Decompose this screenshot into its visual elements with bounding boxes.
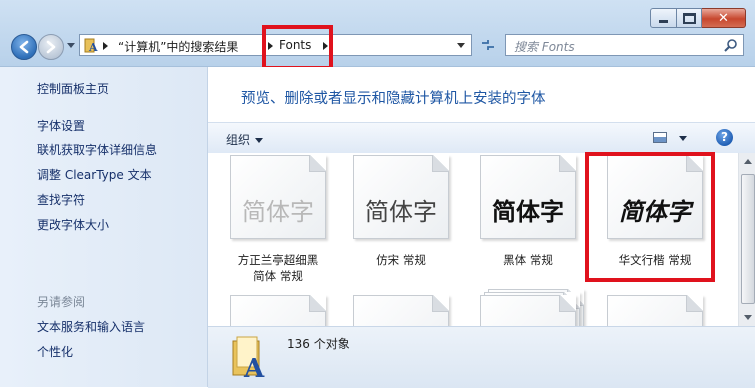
font-preview-icon: 简体字 xyxy=(353,155,449,239)
breadcrumb-search-results[interactable]: “计算机”中的搜索结果 xyxy=(118,38,238,55)
search-icon[interactable] xyxy=(724,38,738,52)
font-preview-icon: 简体字 xyxy=(230,155,326,239)
forward-button[interactable] xyxy=(38,34,64,60)
minimize-icon xyxy=(659,19,668,23)
font-name-line1: 方正兰亭超细黑 xyxy=(237,253,319,267)
font-preview-icon xyxy=(607,295,703,326)
address-bar[interactable]: A “计算机”中的搜索结果 Fonts xyxy=(79,34,472,56)
content-pane: 预览、删除或者显示和隐藏计算机上安装的字体 组织 ? 简体字 方正兰亭超细黑 简… xyxy=(208,67,755,388)
view-options-chevron-down-icon[interactable] xyxy=(679,136,687,141)
maximize-button[interactable] xyxy=(677,8,702,28)
fonts-folder-large-icon: A xyxy=(232,336,265,379)
font-name: 方正兰亭超细黑 简体 常规 xyxy=(218,252,338,284)
font-sample-text: 简体字 xyxy=(365,198,437,226)
font-sample-text: 简体字 xyxy=(492,198,564,226)
nav-font-settings[interactable]: 字体设置 xyxy=(37,117,85,134)
font-sample-text: 简体字 xyxy=(242,198,314,226)
item-count: 136 个对象 xyxy=(287,337,350,351)
window-header: ✕ A “计算机”中的搜索结果 Fonts 搜索 Fonts xyxy=(0,0,755,67)
font-name-line1: 黑体 常规 xyxy=(503,253,553,267)
details-pane: A 136 个对象 xyxy=(208,326,755,388)
svg-text:A: A xyxy=(88,41,98,53)
address-history-chevron-down-icon[interactable] xyxy=(457,43,465,48)
font-preview-icon xyxy=(353,295,449,326)
fonts-folder-icon: A xyxy=(84,38,98,53)
font-preview-icon xyxy=(230,295,326,326)
chevron-down-icon xyxy=(255,138,264,143)
close-icon: ✕ xyxy=(718,10,729,26)
organize-menu-button[interactable]: 组织 xyxy=(226,131,264,148)
help-icon[interactable]: ? xyxy=(716,129,733,146)
breadcrumb-separator[interactable] xyxy=(103,42,108,50)
navigation-pane: 控制面板主页 字体设置 联机获取字体详细信息 调整 ClearType 文本 查… xyxy=(0,67,208,387)
forward-arrow-icon xyxy=(46,40,56,54)
breadcrumb-fonts[interactable]: Fonts xyxy=(279,38,311,52)
font-grid: 简体字 方正兰亭超细黑 简体 常规 简体字 仿宋 常规 简体字 黑体 常规 简体… xyxy=(208,153,738,326)
scroll-up-arrow-icon xyxy=(744,159,752,164)
organize-label: 组织 xyxy=(226,133,251,147)
back-button[interactable] xyxy=(11,34,37,60)
font-name: 仿宋 常规 xyxy=(341,252,461,268)
font-name: 黑体 常规 xyxy=(468,252,588,268)
search-box[interactable]: 搜索 Fonts xyxy=(505,34,744,56)
nav-find-character[interactable]: 查找字符 xyxy=(37,191,85,208)
change-view-icon[interactable] xyxy=(653,132,667,143)
scroll-down-arrow-icon xyxy=(744,315,752,320)
svg-text:A: A xyxy=(243,354,265,379)
font-preview-icon xyxy=(480,295,576,326)
vertical-scrollbar[interactable] xyxy=(738,153,755,326)
close-button[interactable]: ✕ xyxy=(702,8,746,28)
font-name: 华文行楷 常规 xyxy=(595,252,715,268)
breadcrumb-separator[interactable] xyxy=(323,42,328,50)
back-arrow-icon xyxy=(19,40,29,54)
font-preview-icon: 简体字 xyxy=(607,155,703,239)
nav-text-services[interactable]: 文本服务和输入语言 xyxy=(37,318,145,335)
breadcrumb-separator[interactable] xyxy=(268,42,273,50)
nav-adjust-cleartype[interactable]: 调整 ClearType 文本 xyxy=(37,166,152,183)
scroll-up-button[interactable] xyxy=(739,153,755,170)
font-name-line2: 简体 常规 xyxy=(253,269,303,283)
nav-personalization[interactable]: 个性化 xyxy=(37,343,73,360)
scroll-down-button[interactable] xyxy=(739,309,755,326)
font-name-line1: 仿宋 常规 xyxy=(376,253,426,267)
command-bar: 组织 ? xyxy=(208,122,755,154)
see-also-heading: 另请参阅 xyxy=(37,295,86,309)
refresh-icon xyxy=(482,40,494,50)
refresh-button[interactable] xyxy=(476,34,500,56)
maximize-icon xyxy=(682,12,696,24)
font-sample-text: 简体字 xyxy=(619,197,691,226)
search-placeholder: 搜索 Fonts xyxy=(514,40,575,54)
nav-get-font-info-online[interactable]: 联机获取字体详细信息 xyxy=(37,141,157,158)
window-controls: ✕ xyxy=(650,8,746,28)
minimize-button[interactable] xyxy=(650,8,677,28)
nav-control-panel-home[interactable]: 控制面板主页 xyxy=(37,80,109,97)
scrollbar-thumb[interactable] xyxy=(741,174,755,304)
recent-pages-chevron-down-icon[interactable] xyxy=(67,43,75,48)
font-preview-icon: 简体字 xyxy=(480,155,576,239)
page-title: 预览、删除或者显示和隐藏计算机上安装的字体 xyxy=(241,91,546,107)
font-name-line1: 华文行楷 常规 xyxy=(618,253,692,267)
nav-change-font-size[interactable]: 更改字体大小 xyxy=(37,216,109,233)
